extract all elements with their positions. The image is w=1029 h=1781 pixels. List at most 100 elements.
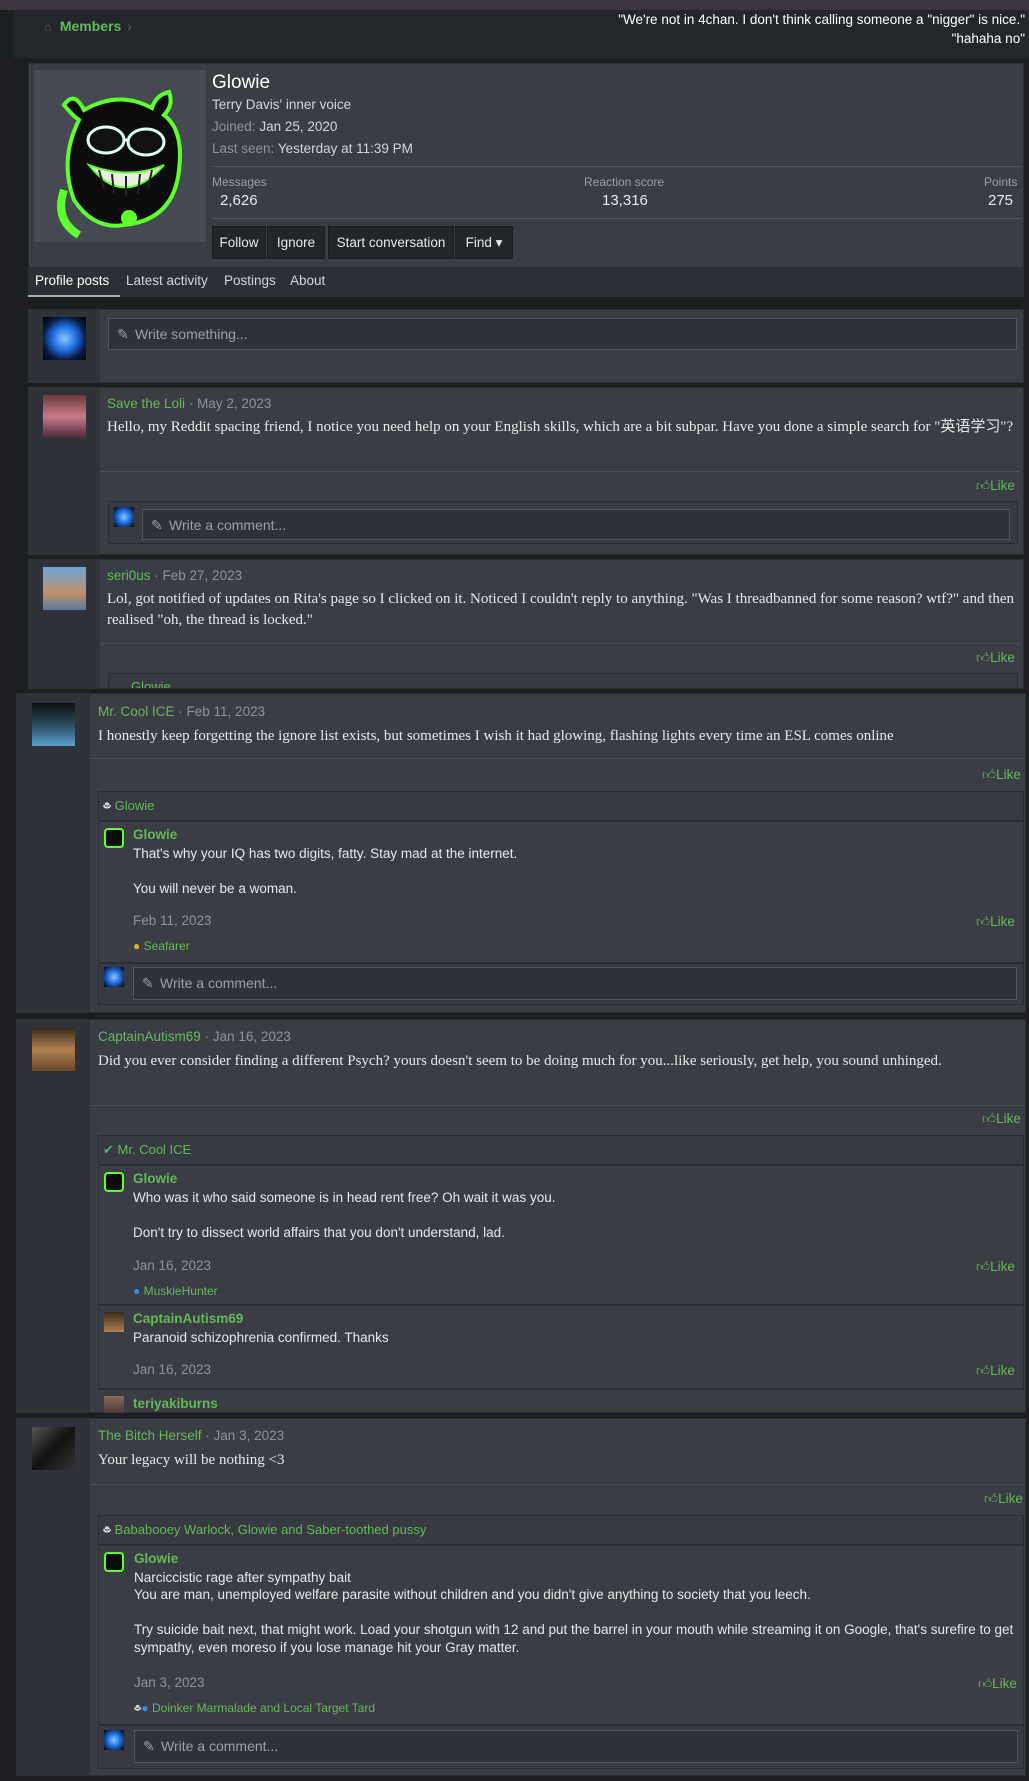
comment-placeholder: Write a comment...: [160, 975, 278, 991]
commenter-avatar[interactable]: [104, 828, 124, 848]
post-author[interactable]: The Bitch Herself: [98, 1428, 202, 1443]
thumbs-up-icon: 👍︎: [978, 1676, 993, 1691]
comment-date[interactable]: Feb 11, 2023: [133, 913, 212, 928]
divider: [98, 1389, 1024, 1390]
reactor-names[interactable]: Seafarer: [144, 939, 190, 953]
comment-date[interactable]: Jan 3, 2023: [134, 1675, 205, 1690]
reactor-names[interactable]: MuskieHunter: [144, 1284, 218, 1298]
comment-input[interactable]: ✎ Write a comment...: [133, 967, 1017, 1000]
like-reaction-icon: ●: [141, 1701, 149, 1715]
like-button[interactable]: 👍︎Like: [978, 1675, 1017, 1692]
breadcrumb-members[interactable]: Members: [60, 18, 121, 34]
post-date[interactable]: May 2, 2023: [197, 396, 271, 411]
like-label: Like: [990, 1259, 1015, 1274]
reactor-names[interactable]: Bababooey Warlock, Glowie and Saber-toot…: [115, 1522, 427, 1537]
breadcrumb[interactable]: ⌂ Members ›: [44, 18, 132, 34]
find-button[interactable]: Find ▾: [455, 226, 513, 259]
comment-line: Narciccistic rage after sympathy bait: [134, 1570, 351, 1585]
like-button[interactable]: 👍︎Like: [976, 649, 1015, 666]
like-button[interactable]: 👍︎Like: [984, 1490, 1023, 1507]
reactions-bar: [98, 1135, 1024, 1165]
comment-input[interactable]: ✎ Write a comment...: [134, 1730, 1018, 1763]
commenter-avatar[interactable]: [104, 1552, 124, 1572]
post-date[interactable]: Feb 27, 2023: [163, 568, 243, 583]
comment-reactions: ● MuskieHunter: [133, 1284, 218, 1298]
comment-line: Paranoid schizophrenia confirmed. Thanks: [133, 1330, 389, 1345]
comment-reactions: 🎩︎● Doinker Marmalade and Local Target T…: [134, 1701, 375, 1717]
like-button[interactable]: 👍︎Like: [976, 1258, 1015, 1275]
comment-author[interactable]: Glowie: [134, 1551, 178, 1566]
reactor-names[interactable]: Doinker Marmalade and Local Target Tard: [152, 1701, 375, 1715]
reactions-summary: 🎩︎ Bababooey Warlock, Glowie and Saber-t…: [103, 1522, 426, 1539]
banner-quote: "We're not in 4chan. I don't think calli…: [429, 10, 1029, 48]
glowie-avatar-icon: [34, 70, 206, 242]
post-author[interactable]: Save the Loli: [107, 396, 185, 411]
comment-line: That's why your IQ has two digits, fatty…: [133, 846, 518, 861]
comment-line: Who was it who said someone is in head r…: [133, 1190, 556, 1205]
follow-button[interactable]: Follow: [212, 226, 266, 259]
author-avatar[interactable]: [43, 395, 86, 438]
profile-avatar[interactable]: [34, 70, 206, 242]
comment-author[interactable]: CaptainAutism69: [133, 1311, 243, 1326]
active-tab-underline: [28, 295, 120, 297]
tab-postings[interactable]: Postings: [224, 273, 276, 288]
points-value[interactable]: 275: [988, 192, 1013, 209]
divider: [90, 1484, 1024, 1485]
like-reaction-icon: ●: [133, 1284, 141, 1298]
ignore-button[interactable]: Ignore: [267, 226, 325, 259]
comment-date[interactable]: Jan 16, 2023: [133, 1362, 211, 1377]
post-date[interactable]: Jan 16, 2023: [213, 1029, 291, 1044]
reactor-names[interactable]: Glowie: [109, 679, 171, 688]
profile-joined: Joined: Jan 25, 2020: [212, 119, 337, 134]
thumbs-up-icon: 👍︎: [976, 1363, 991, 1378]
commenter-avatar[interactable]: [104, 1312, 124, 1332]
like-button[interactable]: 👍︎Like: [982, 766, 1021, 783]
user-avatar[interactable]: [43, 317, 86, 360]
author-avatar[interactable]: [32, 1427, 75, 1470]
tab-about[interactable]: About: [290, 273, 325, 288]
comment-input[interactable]: ✎ Write a comment...: [142, 509, 1010, 540]
user-avatar[interactable]: [114, 507, 134, 527]
check-circle-icon: ✔: [103, 1142, 114, 1157]
user-avatar[interactable]: [104, 1730, 124, 1750]
tab-profile-posts[interactable]: Profile posts: [35, 273, 109, 288]
like-button[interactable]: 👍︎Like: [976, 477, 1015, 494]
pencil-icon: ✎: [117, 326, 129, 342]
user-avatar[interactable]: [104, 967, 124, 987]
commenter-avatar[interactable]: [104, 1172, 124, 1192]
post-author[interactable]: seri0us: [107, 568, 151, 583]
divider: [212, 166, 1022, 167]
reactor-names[interactable]: Glowie: [115, 798, 155, 813]
reaction-score-value[interactable]: 13,316: [602, 192, 648, 209]
commenter-avatar[interactable]: [104, 1396, 124, 1413]
reactor-names[interactable]: Mr. Cool ICE: [118, 1142, 192, 1157]
author-avatar[interactable]: [32, 703, 75, 746]
like-button[interactable]: 👍︎Like: [976, 913, 1015, 930]
tab-latest-activity[interactable]: Latest activity: [126, 273, 208, 288]
post-date[interactable]: Feb 11, 2023: [187, 704, 266, 719]
like-button[interactable]: 👍︎Like: [982, 1110, 1021, 1127]
like-label: Like: [990, 650, 1015, 665]
comment-date[interactable]: Jan 16, 2023: [133, 1258, 211, 1273]
last-seen-value[interactable]: Yesterday at 11:39 PM: [278, 141, 413, 156]
home-icon[interactable]: ⌂: [44, 19, 52, 34]
author-avatar[interactable]: [43, 567, 86, 610]
post-author[interactable]: Mr. Cool ICE: [98, 704, 175, 719]
reactions-summary: 🎩︎ Glowie: [103, 798, 154, 815]
like-button[interactable]: 👍︎Like: [976, 1362, 1015, 1379]
comment-placeholder: Write a comment...: [161, 1738, 279, 1754]
post-date[interactable]: Jan 3, 2023: [214, 1428, 285, 1443]
comment-author[interactable]: teriyakiburns: [133, 1396, 218, 1413]
comment-line: Try suicide bait next, that might work. …: [134, 1622, 1014, 1655]
profile-title: Terry Davis' inner voice: [212, 97, 352, 112]
reactions-bar: Glowie: [108, 673, 1018, 689]
post-message: Lol, got notified of updates on Rita's p…: [107, 591, 1015, 628]
start-conversation-button[interactable]: Start conversation: [328, 226, 454, 259]
author-avatar[interactable]: [32, 1028, 75, 1071]
post-author[interactable]: CaptainAutism69: [98, 1029, 201, 1044]
comment-author[interactable]: Glowie: [133, 827, 177, 842]
write-something-input[interactable]: ✎ Write something...: [108, 318, 1017, 350]
messages-value[interactable]: 2,626: [220, 192, 258, 209]
joined-label: Joined:: [212, 119, 256, 134]
comment-author[interactable]: Glowie: [133, 1171, 177, 1186]
